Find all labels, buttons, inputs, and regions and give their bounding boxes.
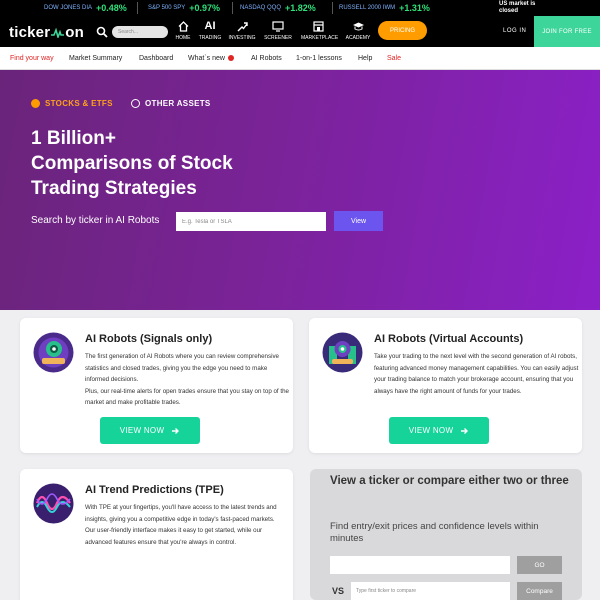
join-for-free-button[interactable]: JOIN FOR FREE xyxy=(534,16,600,47)
trend-wave-icon xyxy=(33,483,74,524)
card-ai-robots-signals: AI Robots (Signals only) The first gener… xyxy=(20,318,293,453)
card-title: AI Robots (Signals only) xyxy=(85,333,213,345)
radio-unselected-icon xyxy=(131,99,140,108)
compare-subtitle: Find entry/exit prices and confidence le… xyxy=(330,521,539,544)
subnav-market-summary[interactable]: Market Summary xyxy=(69,55,122,62)
subnav-help[interactable]: Help xyxy=(358,55,372,62)
nav-marketplace[interactable]: MARKETPLACE xyxy=(301,19,338,41)
ticker-name: S&P 500 SPY xyxy=(148,5,186,11)
ticker-name: DOW JONES DIA xyxy=(44,5,93,11)
compare-title: View a ticker or compare either two or t… xyxy=(330,475,569,487)
ticker-change: +0.48% xyxy=(96,3,127,13)
arrow-right-icon xyxy=(461,427,469,434)
market-status: US market is closed xyxy=(499,1,536,14)
compare-panel: View a ticker or compare either two or t… xyxy=(310,469,582,600)
robot-virtual-accounts-icon xyxy=(322,332,363,373)
asset-option-other[interactable]: OTHER ASSETS xyxy=(131,99,211,108)
ticker-strip: DOW JONES DIA +0.48% S&P 500 SPY +0.97% … xyxy=(0,0,600,16)
ticker-nasdaq[interactable]: NASDAQ QQQ +1.82% xyxy=(240,0,316,16)
subnav-lessons[interactable]: 1-on-1 lessons xyxy=(296,55,342,62)
academy-icon xyxy=(352,22,364,30)
ai-icon: AI xyxy=(204,20,216,32)
card-title: AI Robots (Virtual Accounts) xyxy=(374,333,524,345)
radio-selected-icon xyxy=(31,99,40,108)
ticker-name: NASDAQ QQQ xyxy=(240,5,282,11)
ticker-name: RUSSELL 2000 IWM xyxy=(339,5,396,11)
ticker-input-primary[interactable] xyxy=(330,556,510,574)
login-link[interactable]: LOG IN xyxy=(503,28,526,34)
view-now-button[interactable]: VIEW NOW xyxy=(100,417,200,444)
monitor-icon xyxy=(272,20,284,32)
subnav-whats-new[interactable]: What`s new xyxy=(188,55,234,62)
nav-trading[interactable]: AI TRADING xyxy=(193,19,227,41)
vs-label: VS xyxy=(332,586,345,596)
nav-academy[interactable]: ACADEMY xyxy=(341,19,375,41)
ticker-dow[interactable]: DOW JONES DIA +0.48% xyxy=(44,0,127,16)
card-ai-robots-virtual: AI Robots (Virtual Accounts) Take your t… xyxy=(309,318,582,453)
asset-option-stocks[interactable]: STOCKS & ETFS xyxy=(31,99,113,108)
pricing-button[interactable]: PRICING xyxy=(378,21,427,40)
robot-signals-icon xyxy=(33,332,74,373)
subnav-find-your-way[interactable]: Find your way xyxy=(10,55,54,62)
hero-banner: STOCKS & ETFS OTHER ASSETS 1 Billion+ Co… xyxy=(0,70,600,310)
hero-title: 1 Billion+ Comparisons of Stock Trading … xyxy=(31,128,233,199)
ticker-sp500[interactable]: S&P 500 SPY +0.97% xyxy=(148,0,220,16)
ticker-divider xyxy=(137,2,138,14)
nav-investing[interactable]: INVESTING xyxy=(225,19,259,41)
view-now-button[interactable]: VIEW NOW xyxy=(389,417,489,444)
ticker-change: +1.82% xyxy=(285,3,316,13)
search-icon[interactable] xyxy=(96,26,108,38)
ticker-input-compare[interactable] xyxy=(351,582,510,600)
ticker-change: +0.97% xyxy=(189,3,221,13)
card-description: With TPE at your fingertips, you'll have… xyxy=(85,504,277,546)
compare-button[interactable]: Compare xyxy=(517,582,562,600)
secondary-nav: Find your way Market Summary Dashboard W… xyxy=(0,47,600,70)
main-header: ticker on HOME AI TRADING INVESTING SCRE… xyxy=(0,16,600,47)
view-button[interactable]: View xyxy=(334,211,383,231)
subnav-ai-robots[interactable]: AI Robots xyxy=(251,55,282,62)
logo-wave-icon xyxy=(51,27,65,38)
card-title: AI Trend Predictions (TPE) xyxy=(85,484,224,496)
subnav-dashboard[interactable]: Dashboard xyxy=(139,55,173,62)
new-indicator-dot xyxy=(227,55,234,62)
card-description: Take your trading to the next level with… xyxy=(374,353,579,395)
header-search-input[interactable] xyxy=(112,26,168,38)
ticker-search-input[interactable] xyxy=(176,212,326,231)
arrow-right-icon xyxy=(172,427,180,434)
store-icon xyxy=(312,20,324,32)
nav-screener[interactable]: SCREENER xyxy=(261,19,295,41)
home-icon xyxy=(178,20,188,32)
ticker-change: +1.31% xyxy=(399,3,430,13)
ticker-divider xyxy=(332,2,333,14)
investing-icon xyxy=(237,21,248,31)
ticker-divider xyxy=(232,2,233,14)
ticker-russell[interactable]: RUSSELL 2000 IWM +1.31% xyxy=(339,0,430,16)
go-button[interactable]: GO xyxy=(517,556,562,574)
card-ai-trend-predictions: AI Trend Predictions (TPE) With TPE at y… xyxy=(20,469,293,600)
logo[interactable]: ticker on xyxy=(9,24,84,41)
subnav-sale[interactable]: Sale xyxy=(387,55,401,62)
card-description: The first generation of AI Robots where … xyxy=(85,353,289,406)
hero-search-label: Search by ticker in AI Robots xyxy=(31,215,160,226)
